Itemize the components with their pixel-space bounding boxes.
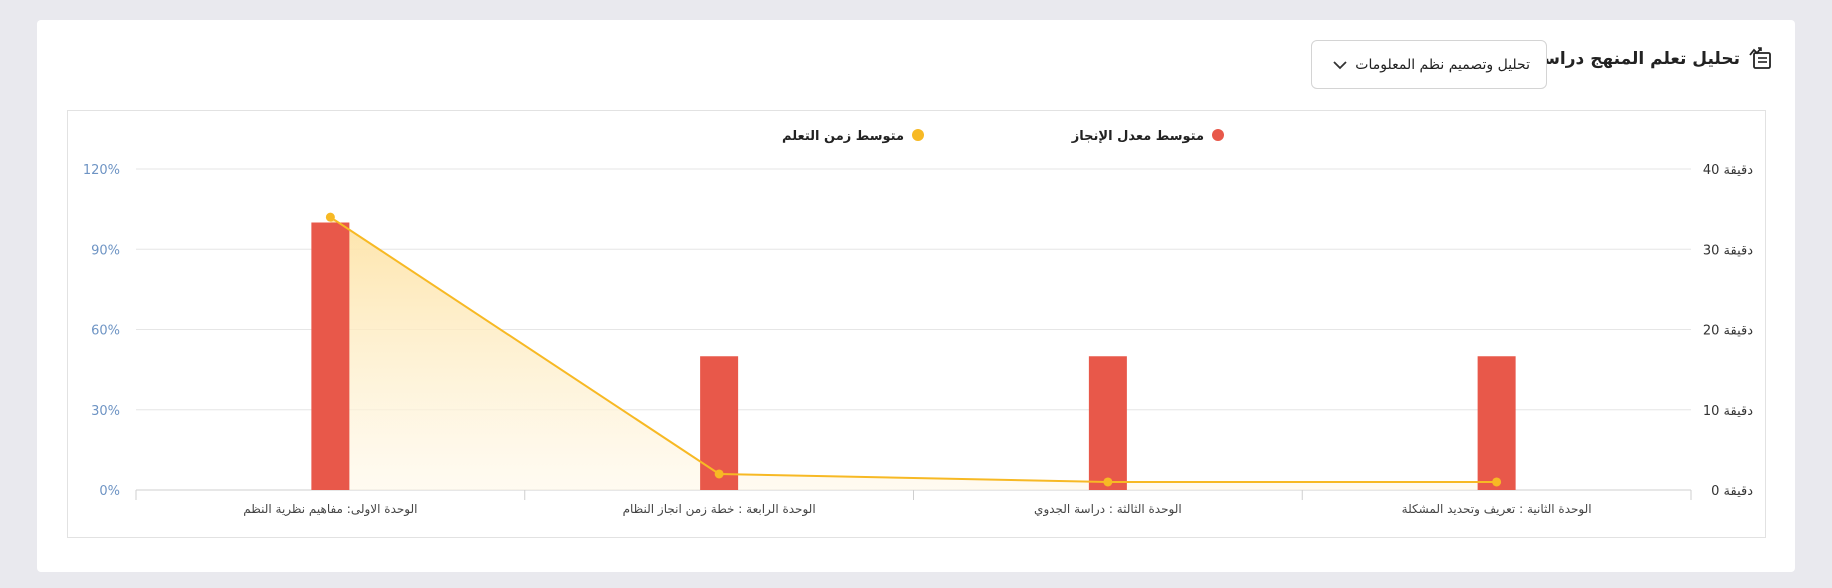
page-title: تحليل تعلم المنهج دراسي: [1526, 46, 1774, 72]
legend-label: متوسط معدل الإنجاز: [1071, 129, 1204, 144]
category-label: الوحدة الاولى: مفاهيم نظرية النظم: [243, 502, 417, 517]
course-select-value: تحليل وتصميم نظم المعلومات: [1355, 56, 1530, 73]
right-axis-tick: دقيقة 40: [1703, 163, 1753, 178]
learning-time-point: [714, 469, 724, 479]
chevron-down-icon[interactable]: [1332, 57, 1348, 73]
chart-report-icon: [1748, 46, 1774, 72]
legend-label: متوسط زمن التعلم: [782, 129, 904, 144]
category-label: الوحدة الرابعة : خطة زمن انجاز النظام: [623, 502, 816, 517]
combo-chart: 0% دقيقة 0 30% دقيقة 10 60% دقيقة 20 90% دقيقة …: [83, 129, 1753, 517]
legend-marker: [1212, 129, 1224, 141]
right-axis-tick: دقيقة 0: [1711, 484, 1753, 499]
category-label: الوحدة الثالثة : دراسة الجدوي: [1034, 502, 1182, 517]
left-axis-tick: 90%: [91, 243, 120, 258]
left-axis-tick: 30%: [91, 404, 120, 419]
left-axis-tick: 60%: [91, 324, 120, 339]
completion-bar: [1477, 356, 1516, 490]
right-axis-tick: دقيقة 10: [1703, 404, 1753, 419]
chart-container: 0% دقيقة 0 30% دقيقة 10 60% دقيقة 20 90% دقيقة …: [67, 110, 1766, 538]
completion-bar: [311, 222, 350, 490]
page-title-text: تحليل تعلم المنهج دراسي: [1526, 49, 1740, 69]
left-axis-tick: 120%: [83, 163, 120, 178]
right-axis-tick: دقيقة 30: [1703, 243, 1753, 258]
course-select[interactable]: تحليل وتصميم نظم المعلومات: [1311, 40, 1547, 89]
learning-time-point: [1103, 477, 1113, 487]
legend-marker: [912, 129, 924, 141]
learning-time-point: [1492, 477, 1502, 487]
learning-time-point: [325, 212, 335, 222]
completion-bar: [1088, 356, 1127, 490]
left-axis-tick: 0%: [99, 484, 120, 499]
learning-time-area: [330, 217, 1497, 490]
category-label: الوحدة الثانية : تعريف وتحديد المشكلة: [1402, 502, 1592, 517]
right-axis-tick: دقيقة 20: [1703, 324, 1753, 339]
